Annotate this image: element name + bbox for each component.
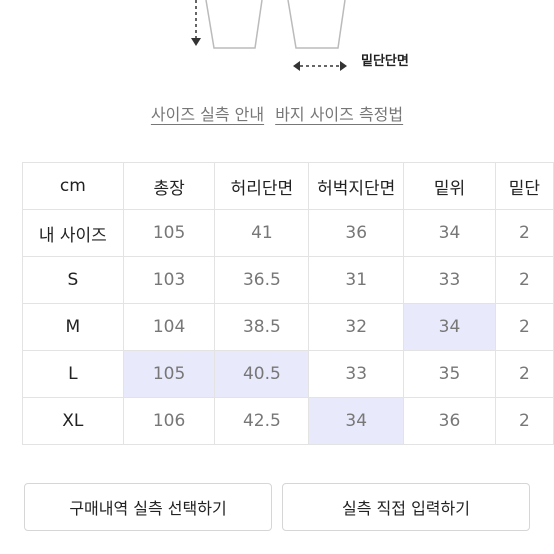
table-row: M 104 38.5 32 34 2 [22, 303, 554, 351]
cell: 33 [308, 350, 405, 398]
cell: 103 [122, 256, 216, 304]
cell: 35 [403, 350, 496, 398]
table-row: S 103 36.5 31 33 2 [22, 256, 554, 304]
cell: 104 [122, 303, 216, 351]
cell: 36 [403, 397, 496, 445]
measure-links: 사이즈 실측 안내 바지 사이즈 측정법 [0, 101, 554, 125]
cell: 42.5 [214, 397, 310, 445]
size-guide-link[interactable]: 사이즈 실측 안내 [151, 105, 264, 124]
cell: 33 [403, 256, 496, 304]
cell: 106 [122, 397, 216, 445]
col-header-length: 총장 [122, 162, 216, 210]
cell: 2 [494, 350, 554, 398]
table-row: L 105 40.5 33 35 2 [22, 350, 554, 398]
cell: 2 [494, 209, 554, 257]
select-purchase-history-button[interactable]: 구매내역 실측 선택하기 [24, 483, 272, 531]
cell: 2 [494, 303, 554, 351]
col-header-hem: 밑단 [494, 162, 554, 210]
row-label: XL [22, 397, 124, 445]
table-row: XL 106 42.5 34 36 2 [22, 397, 554, 445]
table-header-row: cm 총장 허리단면 허벅지단면 밑위 밑단 [22, 162, 554, 210]
row-label: S [22, 256, 124, 304]
pants-measure-link[interactable]: 바지 사이즈 측정법 [275, 105, 403, 124]
row-label: 내 사이즈 [22, 209, 124, 257]
cell: 36 [308, 209, 405, 257]
col-header-unit: cm [22, 162, 124, 210]
cell: 31 [308, 256, 405, 304]
cell: 38.5 [214, 303, 310, 351]
cell-highlighted: 40.5 [214, 350, 310, 398]
row-label: M [22, 303, 124, 351]
cell-highlighted: 34 [403, 303, 496, 351]
pants-diagram: 밑단단면 [0, 0, 554, 90]
cell: 36.5 [214, 256, 310, 304]
cell: 32 [308, 303, 405, 351]
cell: 105 [122, 209, 216, 257]
direct-input-button[interactable]: 실측 직접 입력하기 [282, 483, 530, 531]
cell: 2 [494, 256, 554, 304]
pants-illustration [191, 0, 347, 71]
col-header-thigh: 허벅지단면 [308, 162, 405, 210]
cell-highlighted: 34 [308, 397, 405, 445]
row-label: L [22, 350, 124, 398]
cell: 34 [403, 209, 496, 257]
col-header-waist: 허리단면 [214, 162, 310, 210]
col-header-rise: 밑위 [403, 162, 496, 210]
table-row: 내 사이즈 105 41 36 34 2 [22, 209, 554, 257]
cell-highlighted: 105 [122, 350, 216, 398]
hem-label: 밑단단면 [361, 54, 409, 69]
size-table: cm 총장 허리단면 허벅지단면 밑위 밑단 내 사이즈 105 41 36 3… [22, 162, 554, 445]
cell: 2 [494, 397, 554, 445]
cell: 41 [214, 209, 310, 257]
